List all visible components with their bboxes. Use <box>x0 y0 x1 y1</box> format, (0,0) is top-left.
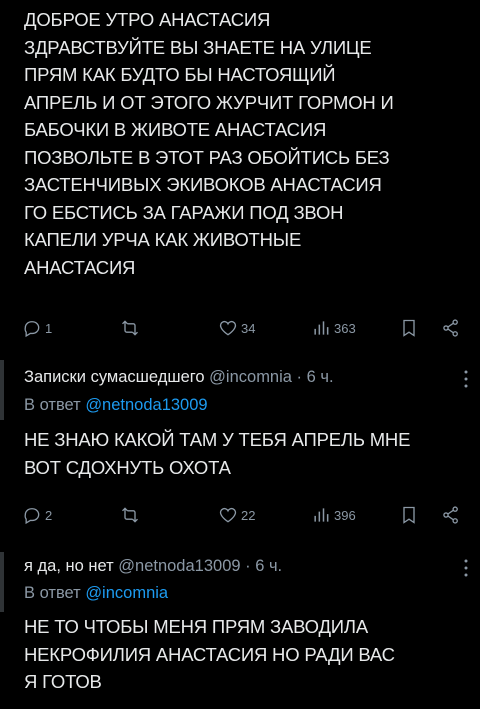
reply-prefix: В ответ <box>24 396 86 414</box>
bookmark-icon <box>403 319 415 337</box>
author-name[interactable]: Записки сумасшедшего <box>24 368 205 386</box>
share-icon <box>443 506 458 524</box>
views-button[interactable]: 363 <box>311 318 356 338</box>
heart-icon <box>219 507 237 523</box>
tweet-actions: 1 34 363 <box>22 316 470 340</box>
share-icon <box>443 319 458 337</box>
bar-chart-icon <box>314 508 329 522</box>
bookmark-button[interactable] <box>399 318 419 338</box>
tweet-header: я да, но нет @netnoda13009 · 6 ч. <box>24 557 282 576</box>
reply-button[interactable]: 2 <box>22 505 52 525</box>
like-count: 34 <box>241 320 256 336</box>
bookmark-button[interactable] <box>399 505 419 525</box>
more-icon <box>464 370 468 388</box>
reply-to-link[interactable]: @netnoda13009 <box>85 396 207 414</box>
comment-icon <box>24 508 40 525</box>
retweet-button[interactable] <box>120 505 140 525</box>
reply-to-line: В ответ @incomnia <box>24 584 168 603</box>
tweet-text: НЕ ЗНАЮ КАКОЙ ТАМ У ТЕБЯ АПРЕЛЬ МНЕ ВОТ … <box>24 429 411 478</box>
views-count: 363 <box>334 320 356 336</box>
views-count: 396 <box>334 507 356 523</box>
retweet-button[interactable] <box>120 318 140 338</box>
bookmark-icon <box>403 506 415 524</box>
tweet-text: НЕ ТО ЧТОБЫ МЕНЯ ПРЯМ ЗАВОДИЛА НЕКРОФИЛИ… <box>24 616 395 692</box>
comment-icon <box>24 321 40 338</box>
more-button[interactable] <box>464 559 468 580</box>
reply-count: 1 <box>45 320 53 336</box>
like-button[interactable]: 22 <box>218 505 255 525</box>
reply-count: 2 <box>45 507 53 523</box>
like-button[interactable]: 34 <box>218 318 255 338</box>
like-count: 22 <box>241 507 256 523</box>
views-button[interactable]: 396 <box>311 505 356 525</box>
bar-chart-icon <box>314 321 329 335</box>
share-button[interactable] <box>441 318 461 338</box>
author-handle[interactable]: @netnoda13009 · 6 ч. <box>118 557 282 575</box>
reply-to-line: В ответ @netnoda13009 <box>24 396 208 415</box>
author-handle[interactable]: @incomnia · 6 ч. <box>209 368 333 386</box>
share-button[interactable] <box>441 505 461 525</box>
author-name[interactable]: я да, но нет <box>24 557 114 575</box>
more-icon <box>464 559 468 577</box>
tweet-header: Записки сумасшедшего @incomnia · 6 ч. <box>24 368 334 387</box>
retweet-icon <box>122 320 138 336</box>
tweet-actions: 2 22 396 <box>22 503 470 527</box>
heart-icon <box>219 320 237 336</box>
reply-button[interactable]: 1 <box>22 318 52 338</box>
reply-to-link[interactable]: @incomnia <box>85 584 168 602</box>
thread-line <box>0 552 4 612</box>
tweet-text: ДОБРОЕ УТРО АНАСТАСИЯ ЗДРАВСТВУЙТЕ ВЫ ЗН… <box>24 9 394 278</box>
more-button[interactable] <box>464 370 468 391</box>
thread-line <box>0 360 4 420</box>
reply-prefix: В ответ <box>24 584 86 602</box>
retweet-icon <box>122 507 138 523</box>
